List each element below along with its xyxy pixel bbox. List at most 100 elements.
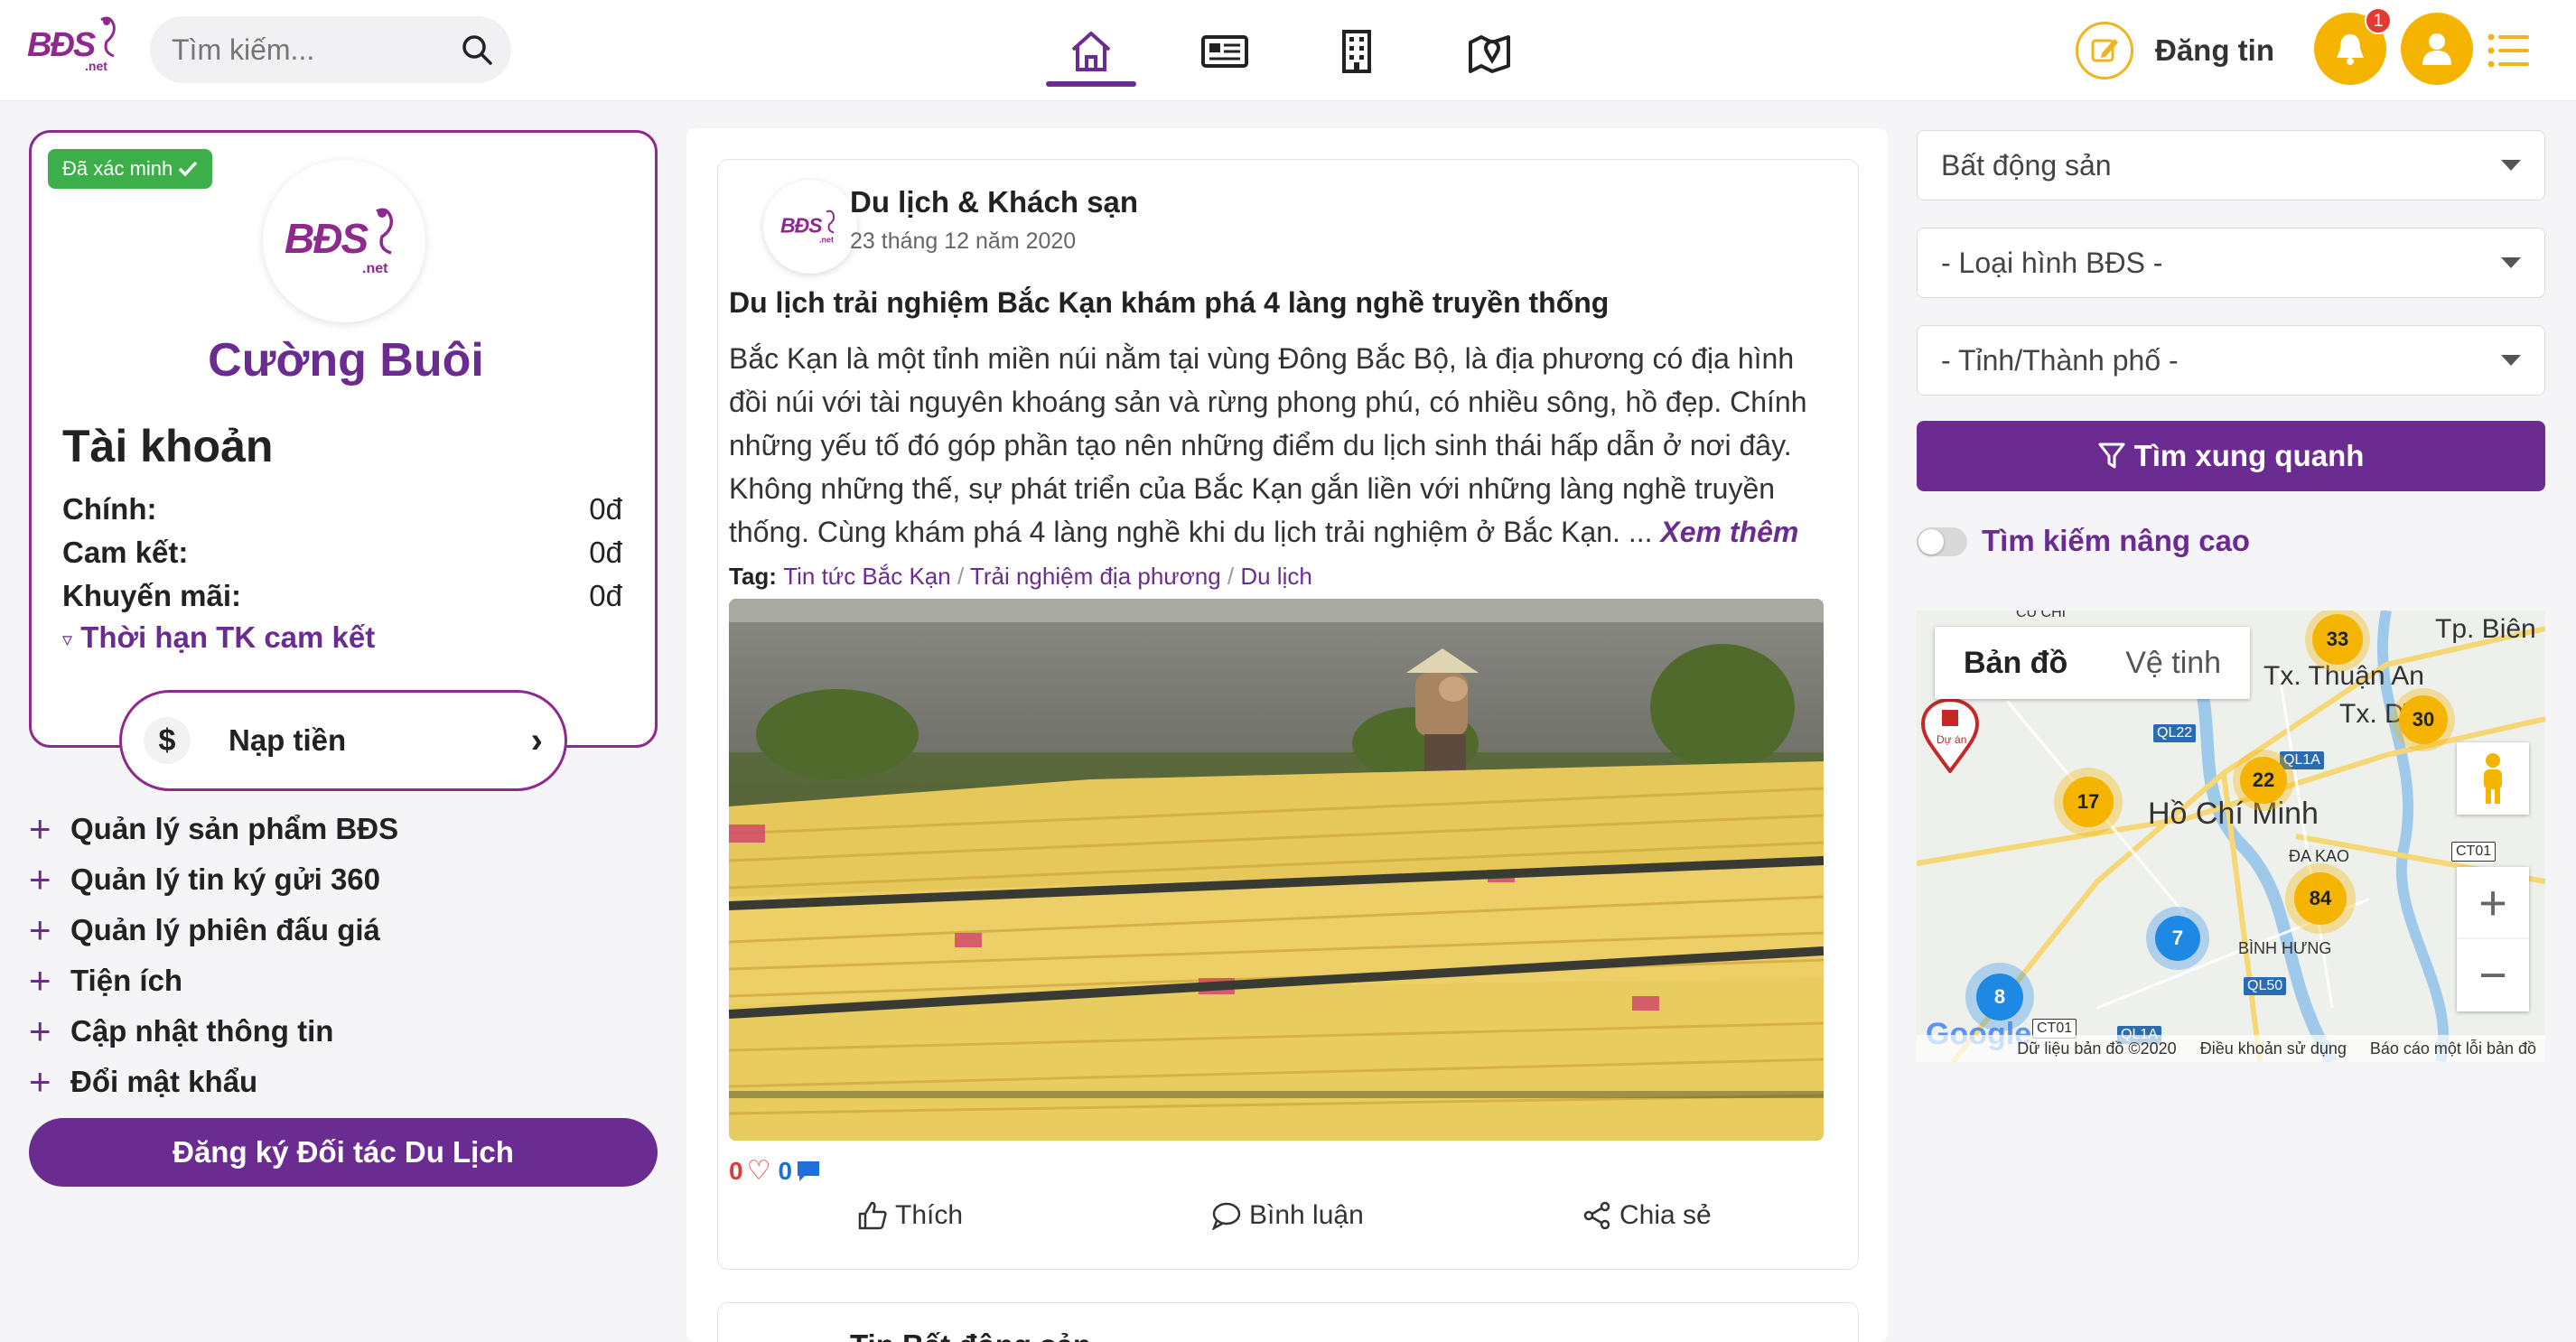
- project-pin-marker[interactable]: Dự án: [1920, 697, 1980, 775]
- comment-label: Bình luận: [1249, 1200, 1364, 1230]
- post-card: BĐS .net Du lịch & Khách sạn 23 tháng 12…: [717, 159, 1859, 1270]
- register-travel-partner-button[interactable]: Đăng ký Đối tác Du Lịch: [29, 1118, 658, 1187]
- map-cluster-marker[interactable]: 22: [2240, 757, 2287, 804]
- zoom-in-button[interactable]: +: [2457, 867, 2529, 939]
- share-button[interactable]: Chia sẻ: [1583, 1200, 1712, 1231]
- user-name: Cường Buôi: [208, 334, 484, 387]
- search-input[interactable]: [172, 16, 443, 83]
- menu-item-utilities[interactable]: + Tiện ích: [29, 959, 182, 1002]
- like-button[interactable]: Thích: [857, 1200, 963, 1231]
- filter-icon: [2098, 443, 2125, 469]
- property-kind-select[interactable]: - Loại hình BĐS -: [1917, 228, 2545, 298]
- menu-item-manage-auction[interactable]: + Quản lý phiên đấu giá: [29, 909, 380, 952]
- caret-down-icon: ▿: [62, 628, 73, 651]
- tag-link[interactable]: Tin tức Bắc Kạn: [783, 563, 951, 590]
- tag-link[interactable]: Du lịch: [1240, 563, 1311, 590]
- road-shield: QL1A: [2280, 751, 2324, 769]
- map-cluster-marker[interactable]: 17: [2063, 777, 2114, 827]
- building-icon: [1342, 30, 1371, 73]
- property-type-select[interactable]: Bất động sản: [1917, 130, 2545, 200]
- news-feed: BĐS .net Du lịch & Khách sạn 23 tháng 12…: [686, 128, 1888, 1342]
- map-cluster-marker[interactable]: 30: [2399, 695, 2448, 744]
- svg-text:BĐS: BĐS: [780, 214, 823, 238]
- edit-icon: [2076, 22, 2133, 79]
- avatar[interactable]: BĐS .net: [263, 160, 425, 322]
- search-box[interactable]: [150, 16, 511, 83]
- topup-button[interactable]: $ Nạp tiền ›: [119, 690, 567, 791]
- map-report-link[interactable]: Báo cáo một lỗi bản đồ: [2370, 1039, 2536, 1058]
- tab-map[interactable]: Bản đồ: [1935, 627, 2096, 699]
- user-account-button[interactable]: [2401, 13, 2473, 85]
- menu-item-label: Quản lý sản phẩm BĐS: [70, 812, 399, 845]
- bell-icon: [2337, 34, 2364, 65]
- map-widget[interactable]: CÙ CHI Tp. Biên Tx. Thuận An Tx. Dĩ A Hồ…: [1917, 610, 2545, 1062]
- like-count: 0: [729, 1156, 743, 1185]
- dropdown-arrow-icon: [2501, 355, 2521, 366]
- map-data-credit: Dữ liệu bản đồ ©2020: [2017, 1039, 2177, 1058]
- comment-button[interactable]: Bình luận: [1211, 1200, 1364, 1231]
- search-icon[interactable]: [459, 32, 495, 68]
- road-shield: CT01: [2451, 842, 2497, 862]
- menu-item-manage-products[interactable]: + Quản lý sản phẩm BĐS: [29, 807, 398, 851]
- read-more-link[interactable]: Xem thêm: [1660, 516, 1798, 548]
- post-author-avatar[interactable]: BĐS .net: [763, 180, 857, 274]
- zoom-out-button[interactable]: −: [2457, 939, 2529, 1011]
- nav-map[interactable]: [1445, 20, 1535, 83]
- map-label: ĐA KAO: [2289, 847, 2350, 865]
- post-category[interactable]: Du lịch & Khách sạn: [850, 185, 1138, 219]
- newspaper-icon: [1201, 35, 1248, 68]
- notification-count-badge: 1: [2365, 7, 2392, 34]
- plus-icon: +: [29, 807, 51, 850]
- top-bar: BĐS .net Đăng tin 1: [0, 0, 2576, 101]
- post-title[interactable]: Du lịch trải nghiệm Bắc Kạn khám phá 4 l…: [729, 286, 1609, 320]
- nav-home[interactable]: [1046, 20, 1136, 83]
- account-card: Đã xác minh BĐS .net Cường Buôi Tài khoả…: [29, 130, 658, 748]
- nav-building[interactable]: [1311, 20, 1402, 83]
- map-label: CÙ CHI: [2016, 610, 2067, 620]
- menu-item-label: Quản lý phiên đấu giá: [70, 913, 380, 946]
- thumbs-up-icon: [858, 1201, 887, 1230]
- post-listing-button[interactable]: Đăng tin: [2076, 20, 2292, 81]
- tag-label: Tag:: [729, 563, 777, 590]
- tag-link[interactable]: Trải nghiệm địa phương: [970, 563, 1221, 590]
- site-logo[interactable]: BĐS .net: [25, 13, 125, 76]
- map-label: Tx. Thuận An: [2263, 661, 2424, 691]
- road-shield: QL50: [2244, 977, 2287, 995]
- advanced-search-toggle[interactable]: [1917, 527, 1967, 556]
- map-terms-link[interactable]: Điều khoản sử dụng: [2200, 1039, 2347, 1058]
- advanced-search-label[interactable]: Tìm kiếm nâng cao: [1982, 524, 2250, 558]
- project-pin-label: Dự án: [1937, 733, 1967, 746]
- post-body-text: Bắc Kạn là một tỉnh miền núi nằm tại vùn…: [729, 342, 1807, 548]
- menu-item-label: Cập nhật thông tin: [70, 1014, 334, 1048]
- menu-item-manage-consign[interactable]: + Quản lý tin ký gửi 360: [29, 858, 380, 901]
- balance-label: Chính:: [62, 492, 157, 526]
- balance-label: Cam kết:: [62, 536, 189, 569]
- svg-text:.net: .net: [362, 261, 388, 276]
- city-select[interactable]: - Tỉnh/Thành phố -: [1917, 325, 2545, 396]
- plus-icon: +: [29, 1060, 51, 1103]
- nav-news[interactable]: [1180, 20, 1270, 83]
- menu-item-change-password[interactable]: + Đổi mật khẩu: [29, 1060, 257, 1104]
- home-icon: [1071, 32, 1111, 71]
- commit-term-toggle[interactable]: ▿ Thời hạn TK cam kết: [62, 620, 375, 655]
- map-cluster-marker[interactable]: 7: [2155, 916, 2200, 961]
- post-image[interactable]: [729, 599, 1824, 1141]
- list-menu-icon[interactable]: [2487, 33, 2529, 69]
- post-category[interactable]: Tin Bất động sản: [850, 1328, 1091, 1342]
- map-cluster-marker[interactable]: 8: [1976, 974, 2023, 1020]
- map-cluster-marker[interactable]: 84: [2294, 872, 2347, 925]
- search-nearby-button[interactable]: Tìm xung quanh: [1917, 421, 2545, 491]
- chevron-right-icon: ›: [530, 720, 543, 760]
- select-value: - Loại hình BĐS -: [1941, 246, 2163, 279]
- road-shield: QL22: [2153, 724, 2197, 742]
- dropdown-arrow-icon: [2501, 160, 2521, 171]
- check-icon: [179, 161, 198, 177]
- post-tags: Tag: Tin tức Bắc Kạn / Trải nghiệm địa p…: [729, 563, 1312, 590]
- menu-item-update-info[interactable]: + Cập nhật thông tin: [29, 1010, 333, 1053]
- like-label: Thích: [895, 1200, 964, 1230]
- commit-term-label: Thời hạn TK cam kết: [80, 620, 376, 654]
- balance-row-main: Chính: 0đ: [62, 492, 622, 527]
- tab-satellite[interactable]: Vệ tinh: [2096, 627, 2250, 699]
- map-cluster-marker[interactable]: 33: [2312, 614, 2363, 665]
- street-view-pegman-icon[interactable]: [2457, 742, 2529, 815]
